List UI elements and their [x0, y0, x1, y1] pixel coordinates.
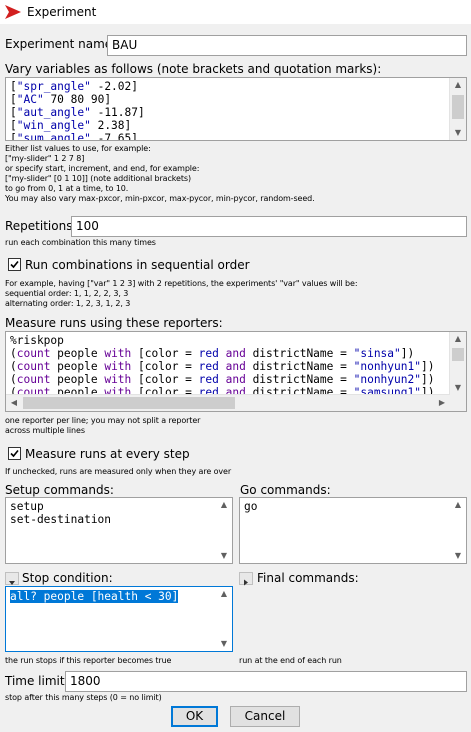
stop-condition-help: the run stops if this reporter becomes t… [5, 656, 172, 665]
scroll-down-icon[interactable]: ▼ [450, 126, 466, 140]
scroll-thumb[interactable] [452, 348, 464, 361]
scroll-thumb[interactable] [23, 397, 235, 409]
scroll-right-icon[interactable]: ▶ [434, 396, 450, 410]
vary-help-line: ["my-slider" [0 1 10]] (note additional … [5, 174, 191, 183]
window-title: Experiment [27, 5, 97, 19]
vary-scrollbar[interactable]: ▲ ▼ [449, 78, 466, 140]
reporters-help-text: one reporter per line; you may not split… [5, 416, 200, 436]
scroll-up-icon[interactable]: ▲ [450, 332, 466, 346]
vary-help-line: to go from 0, 1 at a time, to 10. [5, 184, 129, 193]
vary-help-line: ["my-slider" 1 2 7 8] [5, 154, 85, 163]
scroll-up-icon[interactable]: ▲ [216, 498, 232, 512]
sequential-help-line: alternating order: 1, 2, 3, 1, 2, 3 [5, 299, 131, 308]
reporters-hscrollbar[interactable]: ◀ ▶ [6, 394, 450, 411]
repetitions-help: run each combination this many times [5, 238, 156, 247]
vary-help-line: You may also vary max-pxcor, min-pxcor, … [5, 194, 315, 203]
reporters-help-line: across multiple lines [5, 426, 85, 435]
stop-condition-content: all? people [health < 30] [10, 590, 179, 603]
go-scrollbar[interactable]: ▲ ▼ [450, 498, 466, 563]
measure-every-step-label: Measure runs at every step [25, 447, 190, 461]
go-command-line: go [244, 500, 258, 513]
sequential-order-checkbox[interactable] [8, 258, 21, 271]
experiment-name-label: Experiment name [5, 37, 113, 51]
vary-variable-line: ["AC" 70 80 90] [10, 93, 112, 106]
vary-variable-line: ["win_angle" 2.38] [10, 119, 132, 132]
check-icon [10, 449, 19, 458]
scroll-down-icon[interactable]: ▼ [450, 381, 466, 395]
vary-variable-line: ["spr_angle" -2.02] [10, 80, 138, 93]
vary-help-line: or specify start, increment, and end, fo… [5, 164, 200, 173]
vary-variables-content: ["spr_angle" -2.02] ["AC" 70 80 90] ["aut_… [10, 80, 145, 141]
scroll-down-icon[interactable]: ▼ [216, 549, 232, 563]
scroll-up-icon[interactable]: ▲ [450, 78, 466, 92]
vary-variables-textarea[interactable]: ["spr_angle" -2.02] ["AC" 70 80 90] ["aut_… [5, 77, 467, 141]
setup-commands-label: Setup commands: [5, 483, 114, 497]
scroll-corner [450, 395, 466, 411]
go-commands-textarea[interactable]: go ▲ ▼ [239, 497, 467, 564]
ok-button[interactable]: OK [171, 706, 218, 727]
vary-variable-line: ["sum_angle" -7.65] [10, 132, 138, 141]
final-commands-toggle[interactable] [239, 572, 253, 586]
stop-condition-textarea[interactable]: all? people [health < 30] ▲ ▼ [5, 586, 233, 652]
setup-command-line: set-destination [10, 513, 112, 526]
reporter-line: (count people with [color = red and dist… [10, 373, 435, 386]
reporters-content: %riskpop (count people with [color = red … [10, 334, 434, 399]
cancel-button[interactable]: Cancel [230, 706, 300, 727]
reporters-textarea[interactable]: %riskpop (count people with [color = red … [5, 331, 467, 412]
repetitions-input[interactable]: 100 [71, 216, 467, 237]
go-commands-content: go [244, 500, 257, 513]
stop-condition-toggle[interactable] [5, 572, 19, 585]
scroll-up-icon[interactable]: ▲ [216, 587, 232, 601]
setup-command-line: setup [10, 500, 44, 513]
go-commands-label: Go commands: [240, 483, 331, 497]
time-limit-input[interactable]: 1800 [65, 671, 467, 692]
reporter-line: (count people with [color = red and dist… [10, 347, 415, 360]
reporter-line: (count people with [color = red and dist… [10, 360, 435, 373]
sequential-order-label: Run combinations in sequential order [25, 258, 250, 272]
reporters-help-line: one reporter per line; you may not split… [5, 416, 201, 425]
vary-help-line: Either list values to use, for example: [5, 144, 151, 153]
stop-scrollbar[interactable]: ▲ ▼ [216, 587, 232, 651]
setup-commands-textarea[interactable]: setup set-destination ▲ ▼ [5, 497, 233, 564]
vary-variable-line: ["aut_angle" -11.87] [10, 106, 145, 119]
scroll-thumb[interactable] [452, 95, 464, 119]
stop-condition-selection: all? people [health < 30] [10, 590, 179, 603]
final-commands-help: run at the end of each run [239, 656, 342, 665]
vary-variables-label: Vary variables as follows (note brackets… [5, 62, 382, 76]
title-bar: Experiment [0, 0, 471, 24]
every-step-help: If unchecked, runs are measured only whe… [5, 467, 232, 476]
final-commands-label: Final commands: [257, 571, 359, 585]
setup-commands-content: setup set-destination [10, 500, 111, 526]
setup-scrollbar[interactable]: ▲ ▼ [216, 498, 232, 563]
reporter-line: %riskpop [10, 334, 64, 347]
time-limit-help: stop after this many steps (0 = no limit… [5, 693, 162, 702]
experiment-name-input[interactable]: BAU [107, 35, 467, 56]
time-limit-label: Time limit [5, 674, 65, 688]
stop-condition-label: Stop condition: [22, 571, 113, 585]
repetitions-label: Repetitions [5, 219, 73, 233]
measure-every-step-checkbox[interactable] [8, 447, 21, 460]
sequential-help-text: For example, having ["var" 1 2 3] with 2… [5, 279, 358, 309]
scroll-left-icon[interactable]: ◀ [6, 396, 22, 410]
scroll-down-icon[interactable]: ▼ [216, 637, 232, 651]
reporters-vscrollbar[interactable]: ▲ ▼ [449, 332, 466, 395]
scroll-down-icon[interactable]: ▼ [450, 549, 466, 563]
scroll-up-icon[interactable]: ▲ [450, 498, 466, 512]
chevron-right-icon [244, 579, 248, 586]
vary-help-text: Either list values to use, for example:[… [5, 144, 315, 204]
netlogo-logo-icon [5, 5, 21, 19]
reporters-label: Measure runs using these reporters: [5, 316, 223, 330]
check-icon [10, 260, 19, 269]
sequential-help-line: sequential order: 1, 1, 2, 2, 3, 3 [5, 289, 129, 298]
sequential-help-line: For example, having ["var" 1 2 3] with 2… [5, 279, 358, 288]
